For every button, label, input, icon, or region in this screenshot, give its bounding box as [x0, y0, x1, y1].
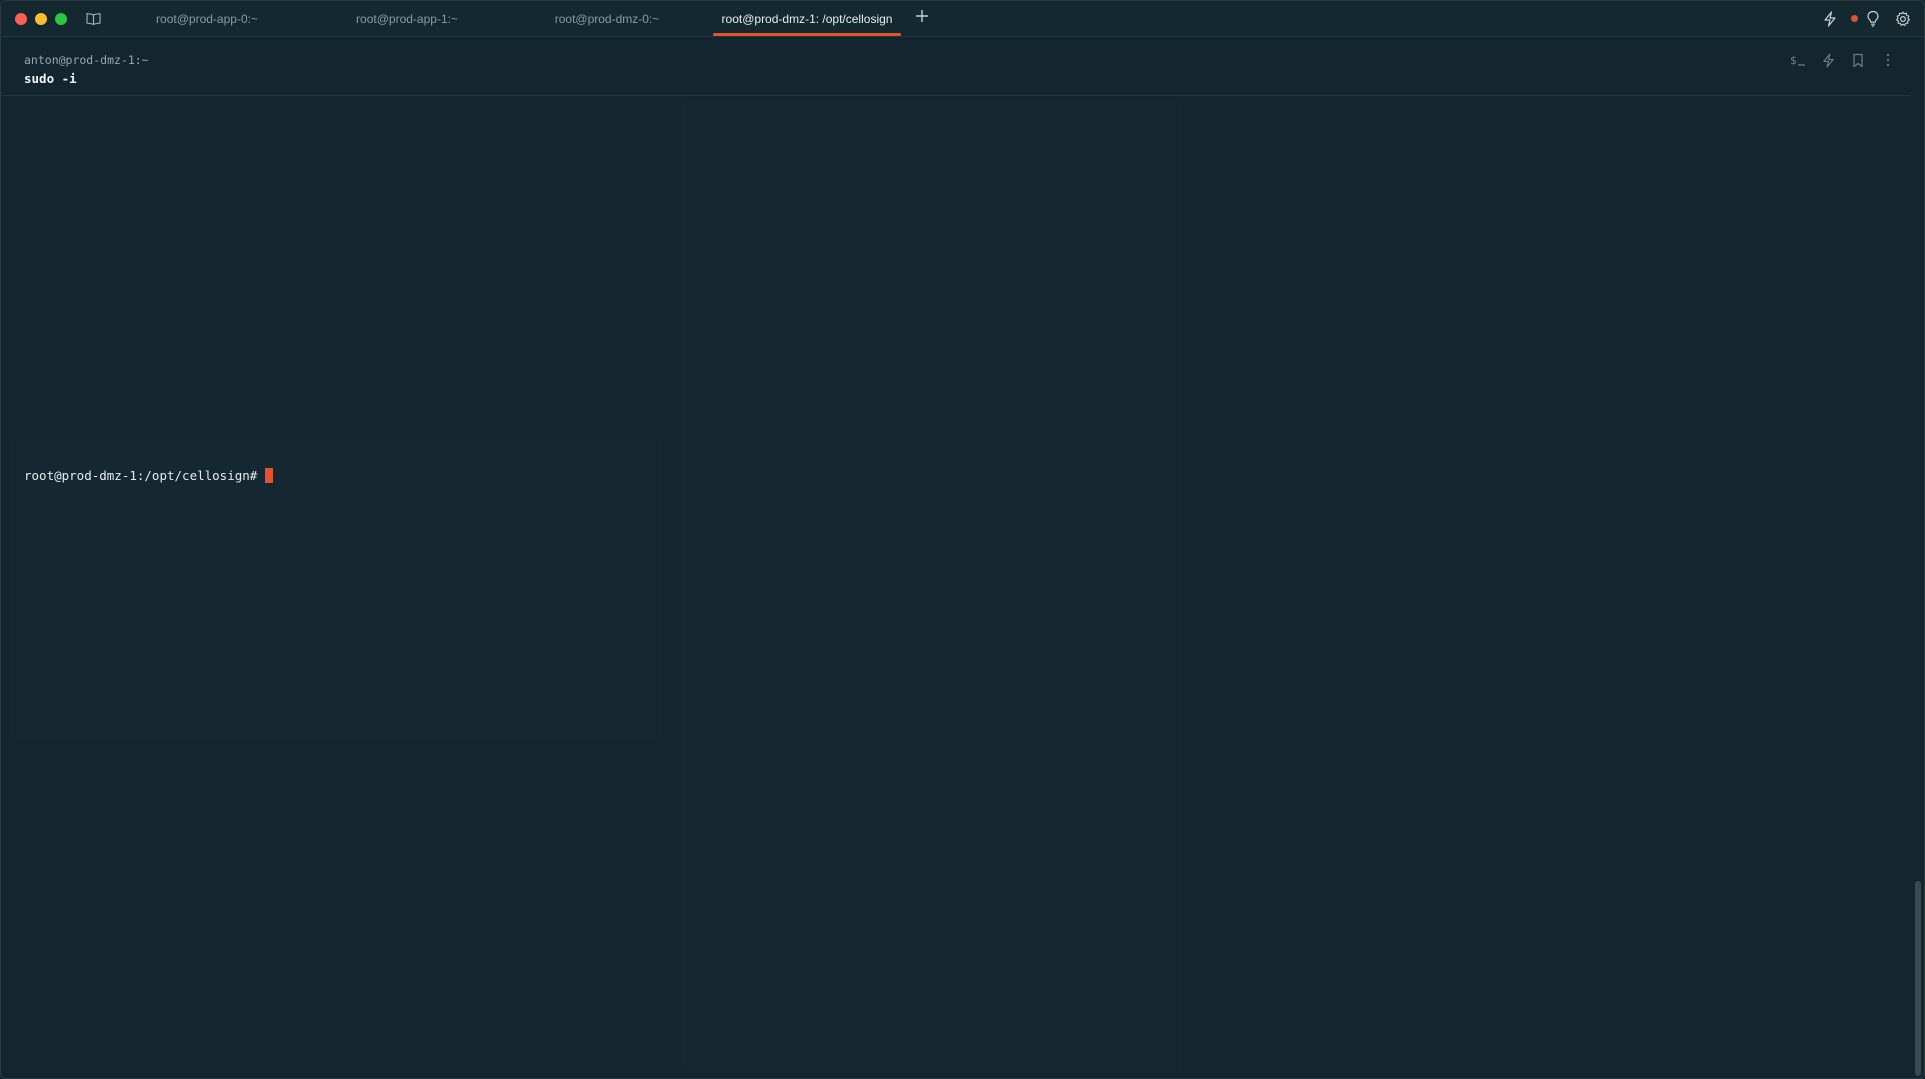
tab-strip: root@prod-app-0:~ root@prod-app-1:~ root…	[107, 1, 937, 36]
svg-text:$: $	[1790, 54, 1797, 67]
minimize-window-button[interactable]	[35, 12, 47, 25]
tab-prod-dmz-1[interactable]: root@prod-dmz-1: /opt/cellosign	[707, 1, 907, 36]
more-vertical-icon[interactable]	[1879, 51, 1897, 69]
tab-prod-dmz-0[interactable]: root@prod-dmz-0:~	[507, 1, 707, 36]
terminal-window: root@prod-app-0:~ root@prod-app-1:~ root…	[0, 0, 1925, 1079]
tab-prod-app-1[interactable]: root@prod-app-1:~	[307, 1, 507, 36]
command-block[interactable]: anton@prod-dmz-1:~ sudo -i $	[1, 37, 1911, 96]
gear-icon[interactable]	[1894, 10, 1912, 28]
plus-icon	[915, 9, 929, 28]
background-ghost-panel	[681, 101, 1181, 1071]
text-cursor	[265, 468, 274, 483]
tab-label: root@prod-dmz-1: /opt/cellosign	[721, 11, 893, 26]
title-bar: root@prod-app-0:~ root@prod-app-1:~ root…	[1, 1, 1924, 37]
vertical-scrollbar[interactable]	[1915, 881, 1921, 1076]
terminal-prompt-icon[interactable]: $	[1789, 51, 1807, 69]
bookmark-icon[interactable]	[1849, 51, 1867, 69]
tab-prod-app-0[interactable]: root@prod-app-0:~	[107, 1, 307, 36]
tab-label: root@prod-dmz-0:~	[554, 11, 660, 26]
block-command: sudo -i	[24, 71, 77, 86]
block-context: anton@prod-dmz-1:~	[24, 53, 149, 67]
top-right-controls	[1821, 1, 1912, 36]
tab-label: root@prod-app-1:~	[356, 11, 458, 26]
shell-prompt[interactable]: root@prod-dmz-1:/opt/cellosign#	[24, 468, 274, 483]
maximize-window-button[interactable]	[55, 12, 67, 25]
book-icon[interactable]	[85, 11, 101, 27]
lightbulb-icon[interactable]	[1864, 10, 1882, 28]
block-actions: $	[1789, 51, 1897, 69]
close-window-button[interactable]	[15, 12, 27, 25]
new-tab-button[interactable]	[907, 1, 937, 36]
record-dot-icon	[1851, 15, 1858, 22]
lightning-icon[interactable]	[1819, 51, 1837, 69]
prompt-text: root@prod-dmz-1:/opt/cellosign#	[24, 468, 258, 483]
window-controls	[15, 12, 67, 25]
lightning-icon[interactable]	[1821, 10, 1839, 28]
tab-label: root@prod-app-0:~	[156, 11, 258, 26]
background-ghost-panel	[11, 441, 661, 741]
